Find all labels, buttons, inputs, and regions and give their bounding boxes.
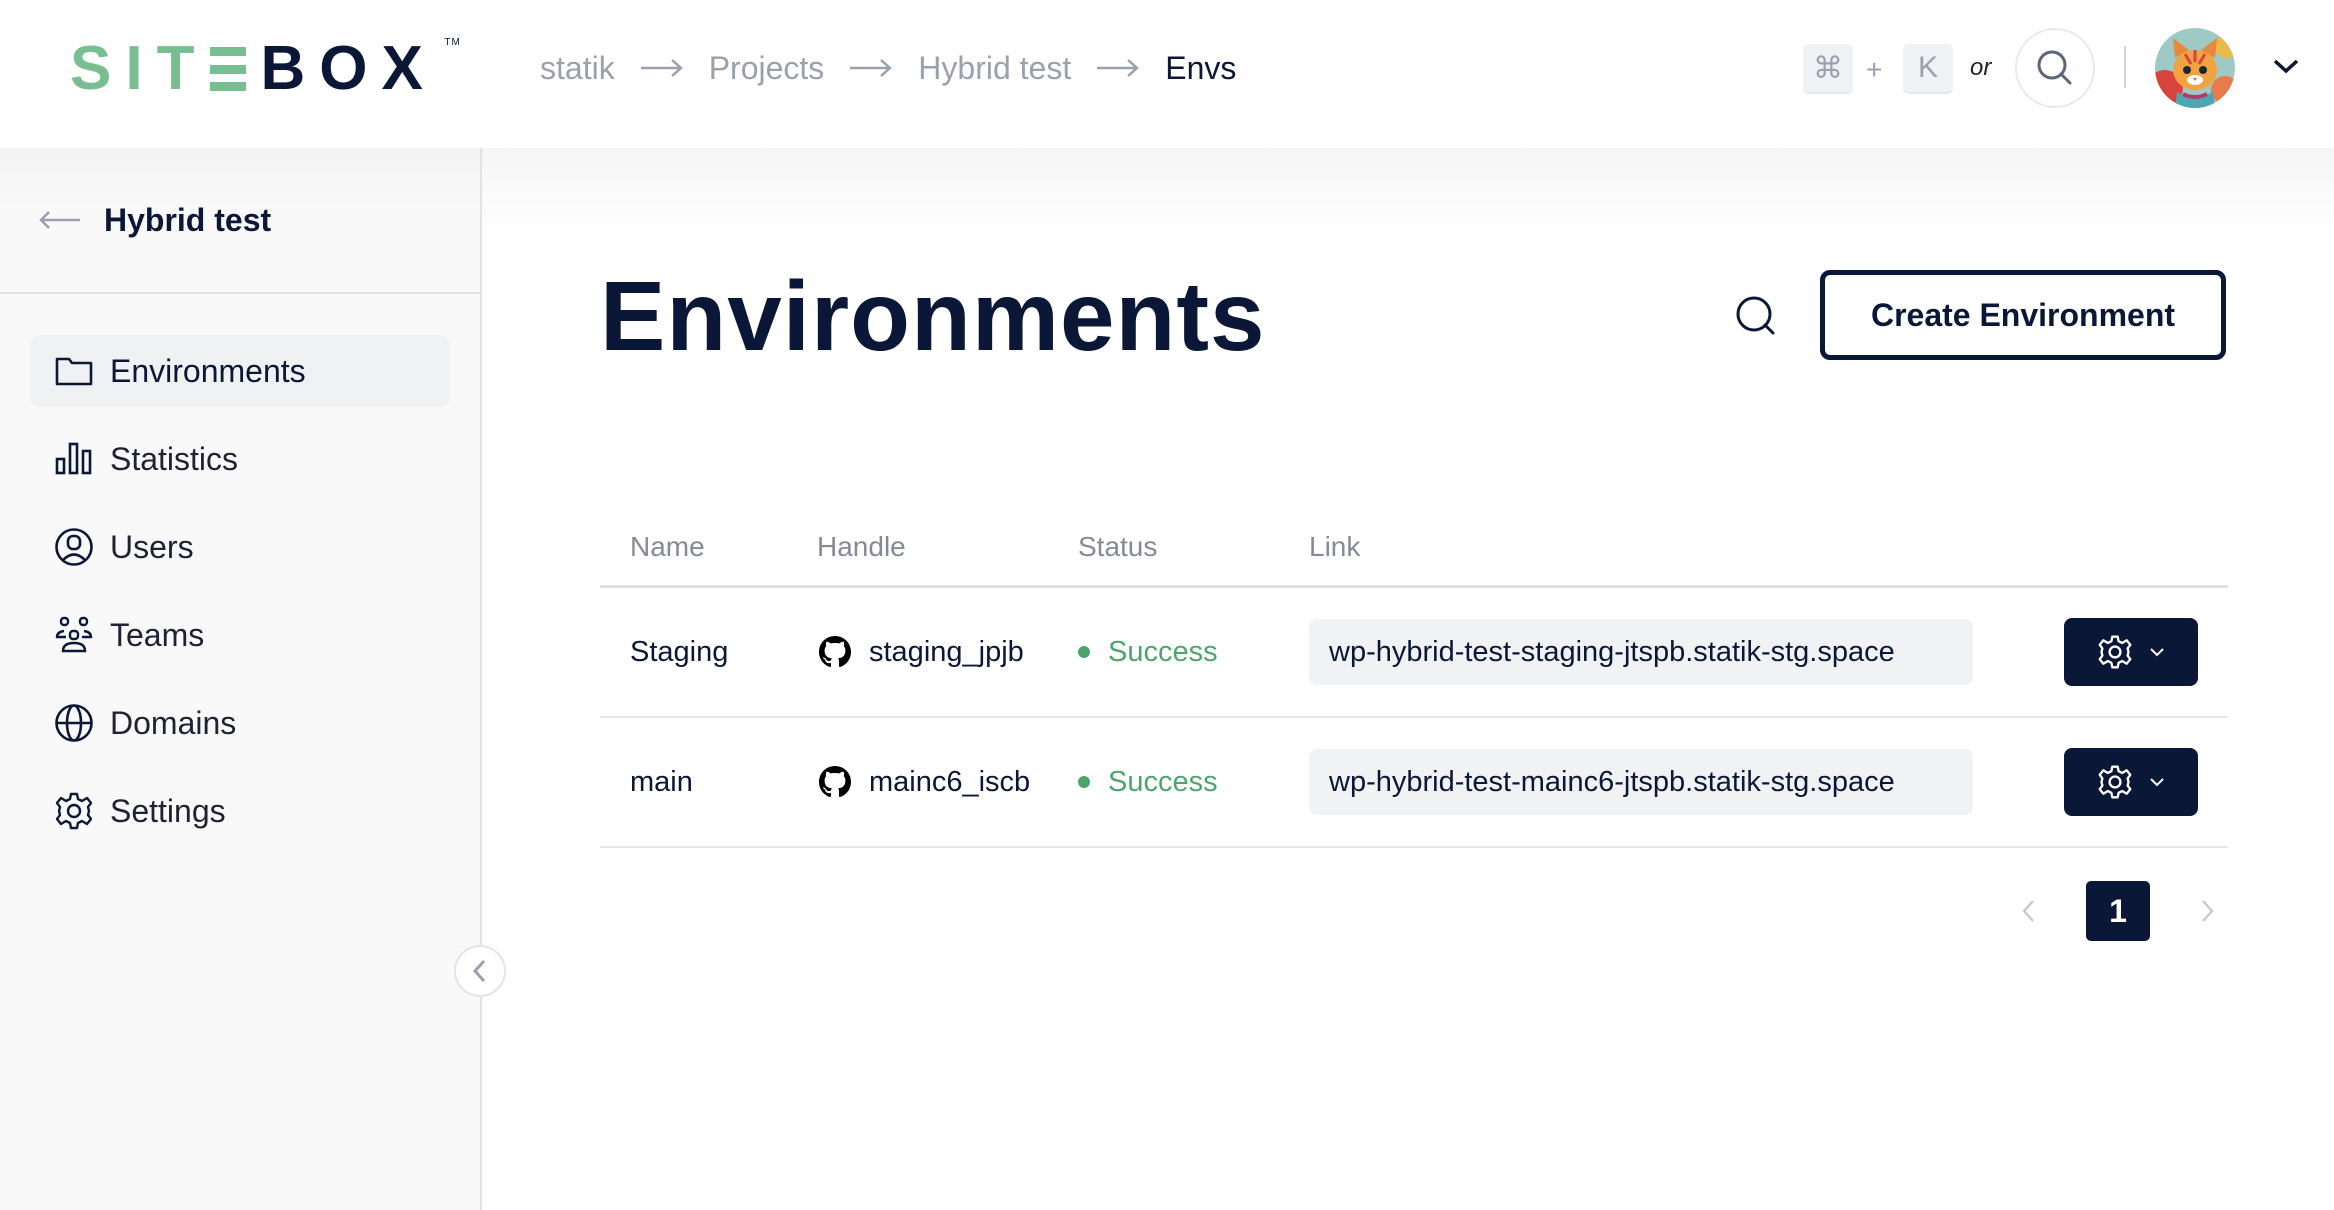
avatar[interactable]: [2155, 28, 2235, 108]
chevron-down-icon: [2150, 778, 2164, 787]
logo-text-dark: BOX: [260, 34, 437, 103]
env-handle: staging_jpjb: [817, 634, 1078, 670]
handle-text: mainc6_iscb: [869, 765, 1031, 798]
page-title: Environments: [600, 261, 1266, 371]
breadcrumb-statik[interactable]: statik: [540, 50, 615, 87]
env-handle: mainc6_iscb: [817, 764, 1078, 800]
chevron-left-icon: [2022, 900, 2034, 922]
main-content: Environments Create Environment Name Han…: [482, 148, 2334, 1210]
table-row[interactable]: main mainc6_iscb Success wp-hybrid-test-…: [600, 718, 2228, 848]
env-settings-dropdown-button[interactable]: [2064, 618, 2198, 686]
arrow-right-icon: [850, 59, 893, 77]
shortcut-or-text: or: [1970, 54, 1992, 81]
breadcrumb: statik Projects Hybrid test Envs: [540, 44, 1236, 92]
sidebar-item-environments[interactable]: Environments: [30, 335, 450, 407]
collapse-sidebar-button[interactable]: [454, 945, 506, 997]
env-settings-dropdown-button[interactable]: [2064, 748, 2198, 816]
sidebar-item-label: Domains: [110, 704, 237, 741]
folder-icon: [55, 357, 93, 386]
top-header: SIT BOX TM statik Projects Hybrid test E…: [0, 0, 2334, 148]
arrow-left-icon: [39, 211, 80, 229]
logo-text-green: SIT: [70, 34, 209, 103]
bar-chart-icon: [55, 442, 92, 475]
column-header-link: Link: [1309, 530, 1361, 562]
column-header-handle: Handle: [817, 530, 906, 562]
sidebar-item-domains[interactable]: Domains: [30, 687, 450, 759]
cat-avatar-icon: [2155, 28, 2235, 108]
arrow-right-icon: [640, 59, 683, 77]
back-to-project-link[interactable]: Hybrid test: [38, 192, 271, 248]
sidebar-item-settings[interactable]: Settings: [30, 775, 450, 847]
kbd-k-key: K: [1903, 44, 1953, 94]
chevron-left-icon: [472, 959, 486, 983]
global-search-button[interactable]: [2015, 28, 2095, 108]
kbd-plus: +: [1866, 54, 1883, 85]
header-divider: [2124, 46, 2126, 88]
status-badge: Success: [1078, 766, 1309, 799]
sidebar-item-label: Users: [110, 528, 194, 565]
user-circle-icon: [55, 528, 93, 566]
env-link-cell: wp-hybrid-test-mainc6-jtspb.statik-stg.s…: [1309, 749, 2028, 815]
header-actions: ⌘ + K or: [1774, 26, 2334, 110]
status-dot-icon: [1078, 776, 1090, 788]
next-page-button[interactable]: [2196, 896, 2220, 926]
gear-icon: [55, 792, 93, 830]
search-icon: [2037, 50, 2072, 85]
table-row[interactable]: Staging staging_jpjb Success wp-hybrid-t…: [600, 588, 2228, 718]
status-dot-icon: [1078, 646, 1090, 658]
column-header-name: Name: [630, 530, 705, 562]
row-actions: [2028, 618, 2228, 686]
github-icon: [819, 636, 851, 667]
sidebar-item-statistics[interactable]: Statistics: [30, 423, 450, 495]
env-link-cell: wp-hybrid-test-staging-jtspb.statik-stg.…: [1309, 619, 2028, 685]
breadcrumb-projects[interactable]: Projects: [709, 50, 825, 87]
page-number-current[interactable]: 1: [2086, 881, 2150, 941]
sidebar: Hybrid test Environments Statistics User…: [0, 148, 482, 1210]
environments-table: Name Handle Status Link Staging staging_…: [600, 508, 2228, 848]
column-header-status: Status: [1078, 530, 1158, 562]
sidebar-nav: Environments Statistics Users Teams Doma…: [30, 335, 450, 863]
search-icon[interactable]: [1734, 294, 1778, 338]
arrow-right-icon: [1097, 59, 1140, 77]
breadcrumb-hybrid-test[interactable]: Hybrid test: [918, 50, 1071, 87]
github-icon: [819, 766, 851, 797]
chevron-down-icon[interactable]: [2272, 56, 2300, 76]
previous-page-button[interactable]: [2016, 896, 2040, 926]
env-link[interactable]: wp-hybrid-test-mainc6-jtspb.statik-stg.s…: [1309, 749, 1973, 815]
env-name[interactable]: main: [600, 766, 817, 799]
handle-text: staging_jpjb: [869, 635, 1024, 668]
chevron-right-icon: [2202, 900, 2214, 922]
pagination: 1: [2016, 880, 2220, 942]
create-environment-button[interactable]: Create Environment: [1820, 270, 2226, 360]
breadcrumb-envs: Envs: [1165, 49, 1237, 86]
kbd-command-key: ⌘: [1803, 44, 1853, 94]
sidebar-item-teams[interactable]: Teams: [30, 599, 450, 671]
row-actions: [2028, 748, 2228, 816]
team-icon: [55, 616, 93, 653]
gear-icon: [2098, 765, 2132, 799]
env-link[interactable]: wp-hybrid-test-staging-jtspb.statik-stg.…: [1309, 619, 1973, 685]
project-name: Hybrid test: [104, 201, 272, 238]
sidebar-item-label: Environments: [110, 352, 306, 389]
gear-icon: [2098, 635, 2132, 669]
status-badge: Success: [1078, 636, 1309, 669]
table-header: Name Handle Status Link: [600, 508, 2228, 588]
env-name[interactable]: Staging: [600, 636, 817, 669]
sidebar-item-users[interactable]: Users: [30, 511, 450, 583]
logo-e-bars: [210, 47, 247, 91]
logo-trademark: TM: [444, 37, 461, 48]
globe-icon: [55, 704, 93, 742]
sitebox-logo[interactable]: SIT BOX TM: [70, 34, 460, 103]
status-text: Success: [1108, 635, 1218, 668]
sidebar-item-label: Settings: [110, 792, 226, 829]
sidebar-item-label: Teams: [110, 616, 205, 653]
chevron-down-icon: [2150, 648, 2164, 657]
sidebar-divider: [0, 292, 480, 294]
status-text: Success: [1108, 765, 1218, 798]
sidebar-item-label: Statistics: [110, 440, 239, 477]
